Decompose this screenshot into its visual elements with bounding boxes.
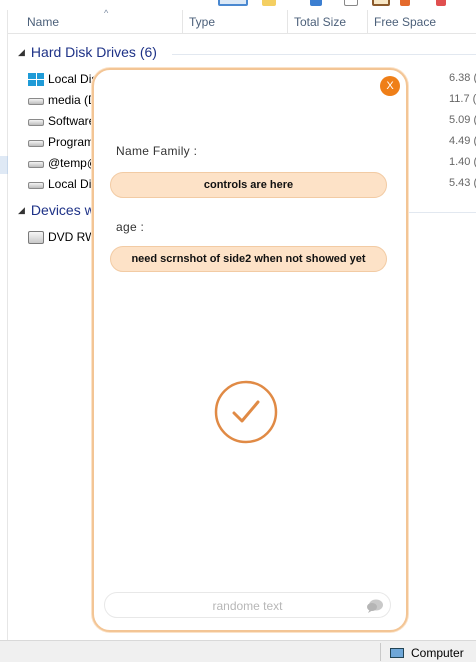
chat-bubble-icon[interactable] (366, 598, 384, 614)
name-family-label: Name Family : (116, 144, 198, 158)
message-input[interactable]: randome text (104, 592, 391, 618)
drive-free-space: 4.49 ( (449, 135, 476, 147)
check-circle-icon (214, 380, 278, 444)
ribbon-toolbar (0, 0, 476, 8)
drive-free-space: 6.38 ( (449, 72, 476, 84)
drive-free-space: 1.40 ( (449, 156, 476, 168)
column-free-space[interactable]: Free Space (374, 15, 436, 29)
group-divider (408, 212, 476, 213)
page-icon[interactable] (344, 0, 358, 6)
dvd-drive-icon (28, 231, 44, 244)
column-separator[interactable] (287, 10, 288, 34)
windows-drive-icon (28, 73, 44, 86)
box-icon[interactable] (372, 0, 390, 6)
tool-icon[interactable] (400, 0, 410, 6)
column-separator[interactable] (182, 10, 183, 34)
drive-icon (28, 161, 44, 168)
age-field[interactable]: need scrnshot of side2 when not showed y… (110, 246, 387, 272)
drive-name: media (D (48, 93, 97, 107)
name-family-field[interactable]: controls are here (110, 172, 387, 198)
navigation-selection[interactable] (0, 156, 8, 174)
drive-name: Software (48, 114, 96, 128)
status-computer-label: Computer (411, 646, 464, 660)
status-separator (380, 643, 381, 661)
drive-icon (28, 98, 44, 105)
group-label: Hard Disk Drives (6) (30, 44, 157, 60)
drive-free-space: 5.09 ( (449, 114, 476, 126)
computer-icon (390, 648, 404, 658)
group-label: Devices w (30, 202, 95, 218)
pin-icon[interactable] (436, 0, 446, 6)
device-name: DVD RW (48, 230, 97, 244)
collapse-triangle-icon[interactable]: ◢ (18, 47, 25, 57)
collapse-triangle-icon[interactable]: ◢ (18, 205, 25, 215)
column-type[interactable]: Type (189, 15, 215, 29)
status-bar: Computer (0, 640, 476, 662)
drive-icon (28, 182, 44, 189)
form-popup: X Name Family : controls are here age : … (92, 68, 408, 632)
column-name[interactable]: Name (27, 15, 59, 29)
age-label: age : (116, 220, 145, 234)
view-layout-icon[interactable] (218, 0, 248, 6)
navigation-pane (0, 10, 8, 640)
folder-icon[interactable] (262, 0, 276, 6)
drive-free-space: 11.7 ( (449, 93, 476, 105)
drive-icon (28, 119, 44, 126)
properties-icon[interactable] (310, 0, 322, 6)
sort-up-icon: ^ (104, 8, 109, 18)
column-separator[interactable] (367, 10, 368, 34)
column-header: ^ Name Type Total Size Free Space (8, 8, 476, 34)
group-divider (172, 54, 476, 55)
message-placeholder: randome text (212, 599, 283, 613)
drive-icon (28, 140, 44, 147)
drive-free-space: 5.43 ( (449, 177, 476, 189)
close-button[interactable]: X (380, 76, 400, 96)
drive-name: Program (48, 135, 95, 149)
group-devices[interactable]: ◢ Devices w (18, 202, 95, 218)
group-hard-disk-drives[interactable]: ◢ Hard Disk Drives (6) (18, 44, 157, 60)
column-total-size[interactable]: Total Size (294, 15, 346, 29)
